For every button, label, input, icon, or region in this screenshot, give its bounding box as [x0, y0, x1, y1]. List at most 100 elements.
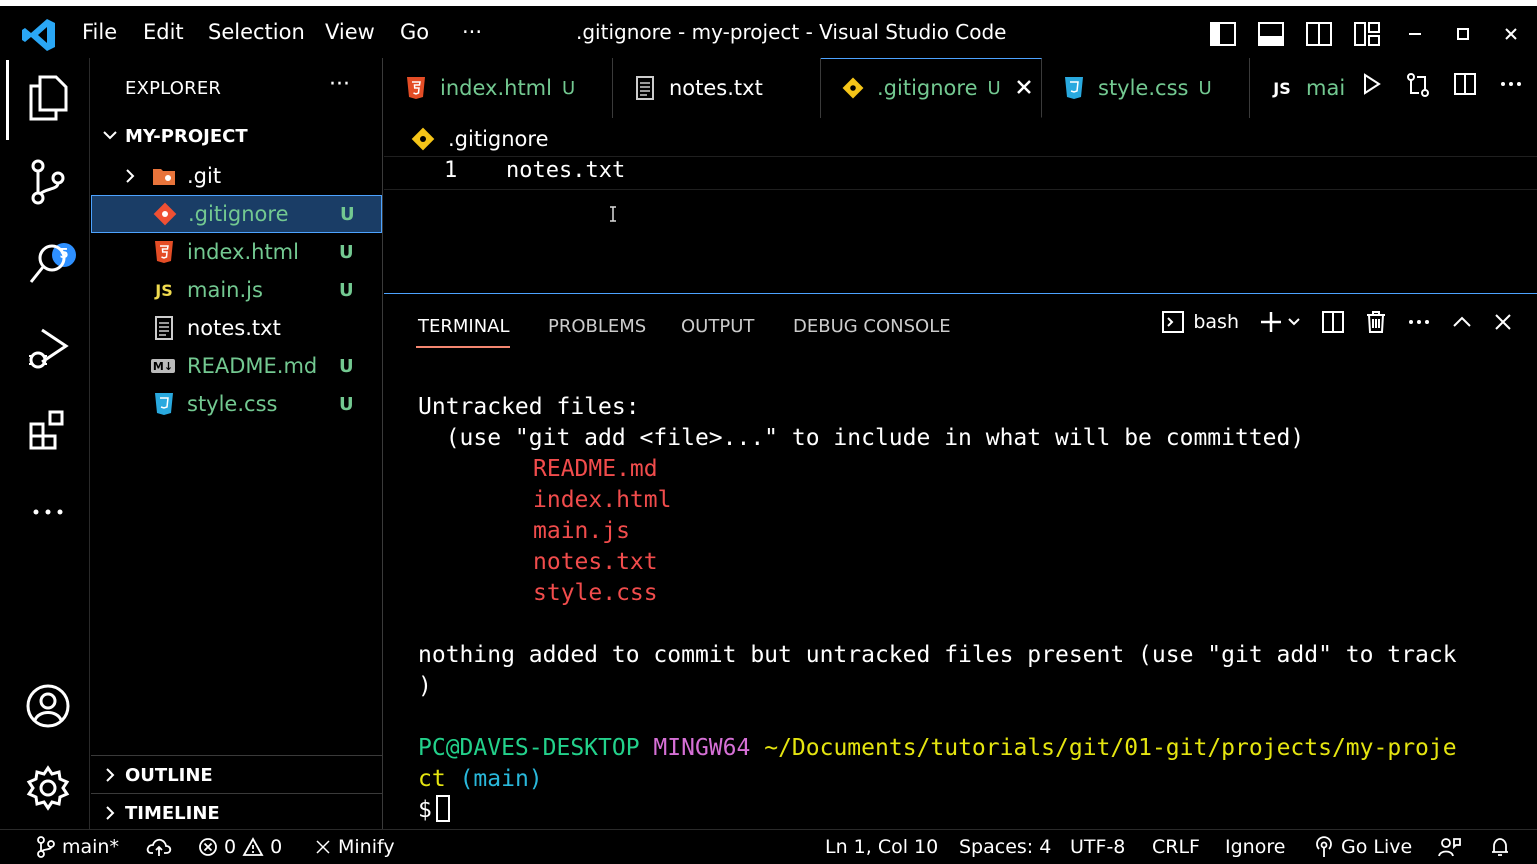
toggle-sidebar-icon[interactable]	[1207, 18, 1239, 50]
tree-item-style-css[interactable]: style.css U	[91, 385, 382, 423]
chevron-right-icon[interactable]	[123, 167, 137, 189]
status-bar: main* 0 0 Minify Ln 1, Col 10 Spaces: 4 …	[0, 829, 1537, 864]
go-live-label: Go Live	[1341, 836, 1413, 858]
toggle-secondary-sidebar-icon[interactable]	[1303, 18, 1335, 50]
more-actions-icon[interactable]	[1407, 310, 1431, 334]
cursor-position[interactable]: Ln 1, Col 10	[825, 836, 938, 858]
editor-tab-bar: index.html U notes.txt .gitignore U styl…	[384, 58, 1537, 118]
indentation[interactable]: Spaces: 4	[959, 836, 1051, 858]
close-window-icon[interactable]	[1495, 18, 1527, 50]
tab-gitignore[interactable]: .gitignore U	[821, 58, 1042, 118]
close-tab-icon[interactable]	[1015, 74, 1033, 102]
trash-icon[interactable]	[1365, 310, 1387, 334]
tab-terminal[interactable]: TERMINAL	[418, 316, 510, 337]
minify-icon	[314, 838, 332, 856]
js-icon: JS	[155, 280, 173, 300]
bottom-panel: TERMINAL PROBLEMS OUTPUT DEBUG CONSOLE b…	[384, 293, 1537, 829]
close-panel-icon[interactable]	[1493, 312, 1513, 332]
explorer-more-button[interactable]: ···	[329, 72, 350, 97]
menu-go[interactable]: Go	[400, 6, 429, 58]
menu-file[interactable]: File	[82, 6, 117, 58]
more-views-icon[interactable]	[22, 486, 74, 538]
tab-problems[interactable]: PROBLEMS	[548, 316, 646, 337]
tree-item-readme-md[interactable]: M↓ README.md U	[91, 347, 382, 385]
maximize-icon[interactable]	[1447, 18, 1479, 50]
more-actions-icon[interactable]	[1499, 72, 1523, 104]
notifications-bell-icon[interactable]	[1489, 836, 1511, 858]
code-line[interactable]: notes.txt	[506, 158, 625, 183]
minimize-icon[interactable]	[1399, 18, 1431, 50]
terminal-shell-selector[interactable]: bash	[1161, 310, 1239, 334]
problems-indicator[interactable]: 0 0	[198, 836, 282, 858]
project-folder-header[interactable]: MY-PROJECT	[125, 126, 248, 147]
shell-name: bash	[1193, 311, 1239, 333]
tree-item-git-folder[interactable]: .git	[91, 157, 382, 195]
untracked-file: main.js	[533, 518, 630, 544]
prompt-branch: (main)	[459, 766, 543, 792]
split-editor-icon[interactable]	[1453, 72, 1477, 104]
vscode-logo-icon	[22, 19, 55, 51]
outline-section[interactable]: OUTLINE	[91, 755, 382, 792]
chevron-right-icon[interactable]	[103, 804, 117, 826]
minify-button[interactable]: Minify	[314, 836, 395, 858]
tab-output[interactable]: OUTPUT	[681, 316, 754, 337]
chevron-down-icon[interactable]	[101, 126, 119, 148]
menu-more[interactable]: ···	[462, 6, 482, 58]
breadcrumb-file[interactable]: .gitignore	[448, 127, 549, 151]
line-ending[interactable]: CRLF	[1152, 836, 1200, 858]
error-icon	[198, 837, 218, 857]
timeline-section[interactable]: TIMELINE	[91, 793, 382, 830]
open-changes-icon[interactable]	[1405, 72, 1431, 104]
customize-layout-icon[interactable]	[1351, 18, 1383, 50]
active-indicator	[6, 60, 9, 140]
code-editor[interactable]: 1 notes.txt	[384, 150, 1537, 308]
git-diamond-icon	[152, 201, 178, 227]
tab-status: U	[1198, 77, 1212, 99]
tab-status: U	[987, 77, 1001, 99]
toggle-panel-icon[interactable]	[1255, 18, 1287, 50]
tree-item-main-js[interactable]: JS main.js U	[91, 271, 382, 309]
untracked-file: style.css	[533, 580, 658, 606]
tree-item-gitignore[interactable]: .gitignore U	[91, 195, 382, 233]
chevron-right-icon[interactable]	[103, 766, 117, 788]
search-icon[interactable]	[22, 238, 74, 290]
file-status-badge: U	[339, 279, 354, 301]
feedback-icon[interactable]	[1437, 836, 1461, 858]
extensions-icon[interactable]	[22, 404, 74, 456]
file-name: main.js	[187, 278, 263, 302]
encoding[interactable]: UTF-8	[1070, 836, 1125, 858]
menu-selection[interactable]: Selection	[208, 6, 305, 58]
tree-item-notes-txt[interactable]: notes.txt	[91, 309, 382, 347]
tab-style-css[interactable]: style.css U	[1042, 58, 1250, 118]
language-mode[interactable]: Ignore	[1225, 836, 1285, 858]
tab-notes-txt[interactable]: notes.txt	[613, 58, 821, 118]
explorer-icon[interactable]	[22, 72, 74, 124]
tab-index-html[interactable]: index.html U	[384, 58, 613, 118]
prompt-symbol: $	[418, 797, 432, 823]
html5-icon	[404, 76, 428, 100]
file-name: README.md	[187, 354, 318, 378]
go-live-button[interactable]: Go Live	[1313, 836, 1412, 858]
menu-view[interactable]: View	[325, 6, 375, 58]
split-terminal-icon[interactable]	[1321, 310, 1345, 334]
tab-main-js[interactable]: JS mai	[1250, 58, 1350, 118]
sync-button[interactable]	[146, 836, 172, 858]
source-control-icon[interactable]	[22, 156, 74, 208]
settings-gear-icon[interactable]	[22, 762, 74, 814]
file-status-badge: U	[339, 393, 354, 415]
chevron-down-icon[interactable]	[1287, 315, 1301, 329]
menu-edit[interactable]: Edit	[143, 6, 184, 58]
warning-count: 0	[270, 836, 283, 858]
maximize-panel-icon[interactable]	[1451, 311, 1473, 333]
tree-item-index-html[interactable]: index.html U	[91, 233, 382, 271]
file-name: index.html	[187, 240, 299, 264]
run-debug-icon[interactable]	[22, 322, 74, 374]
accounts-icon[interactable]	[22, 680, 74, 732]
title-bar: File Edit Selection View Go ··· .gitigno…	[0, 0, 1537, 58]
terminal-line: nothing added to commit but untracked fi…	[418, 642, 1457, 668]
branch-indicator[interactable]: main*	[36, 836, 119, 858]
tab-debug-console[interactable]: DEBUG CONSOLE	[793, 316, 951, 337]
run-file-icon[interactable]	[1361, 72, 1383, 104]
new-terminal-button[interactable]	[1259, 310, 1301, 334]
terminal-output[interactable]: Untracked files: (use "git add <file>...…	[418, 392, 1518, 826]
